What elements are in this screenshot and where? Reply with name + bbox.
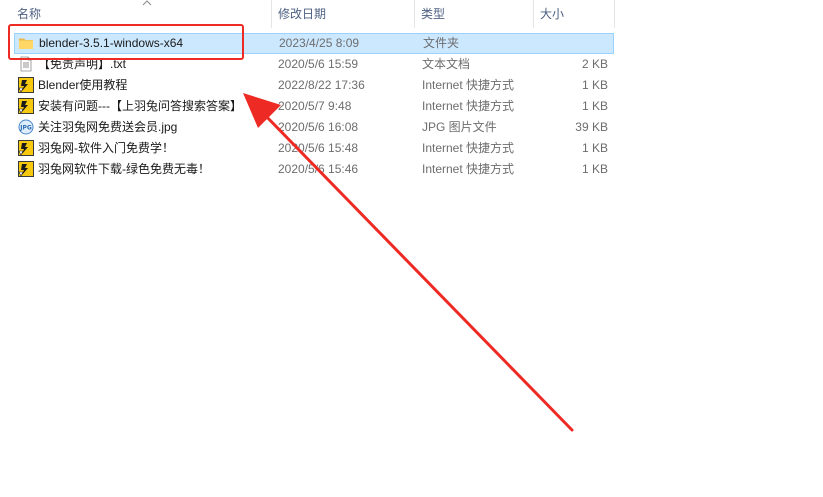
highlight-box-annotation <box>8 24 244 60</box>
file-name: 羽兔网-软件入门免费学！ <box>38 141 174 155</box>
column-date-header[interactable]: 修改日期 <box>272 0 414 28</box>
file-row-learn-free[interactable]: 羽兔网-软件入门免费学！ 2020/5/6 15:48 Internet 快捷方… <box>14 138 614 159</box>
file-date: 2020/5/6 15:59 <box>278 57 359 71</box>
file-name: 羽兔网软件下载-绿色免费无毒！ <box>38 162 210 176</box>
file-size: 2 KB <box>581 57 608 71</box>
internet-shortcut-icon <box>18 140 34 156</box>
file-row-blender-tutorial[interactable]: Blender使用教程 2022/8/22 17:36 Internet 快捷方… <box>14 75 614 96</box>
file-date: 2020/5/6 15:46 <box>278 162 359 176</box>
file-size: 39 KB <box>575 120 608 134</box>
file-date: 2020/5/7 9:48 <box>278 99 352 113</box>
file-type: Internet 快捷方式 <box>422 78 515 92</box>
file-date: 2020/5/6 15:48 <box>278 141 359 155</box>
jpg-image-icon: JPG <box>18 119 34 135</box>
file-type: Internet 快捷方式 <box>422 162 515 176</box>
internet-shortcut-icon <box>18 98 34 114</box>
column-size-header[interactable]: 大小 <box>534 0 614 28</box>
file-date: 2023/4/25 8:09 <box>279 36 360 50</box>
internet-shortcut-icon <box>18 161 34 177</box>
file-type: Internet 快捷方式 <box>422 99 515 113</box>
file-size: 1 KB <box>581 162 608 176</box>
internet-shortcut-icon <box>18 77 34 93</box>
file-size <box>541 33 609 54</box>
file-size: 1 KB <box>581 78 608 92</box>
file-type: 文件夹 <box>423 36 460 50</box>
file-name: Blender使用教程 <box>38 78 128 92</box>
column-separator[interactable] <box>614 0 615 28</box>
file-size: 1 KB <box>581 99 608 113</box>
svg-text:JPG: JPG <box>19 125 32 132</box>
file-date: 2020/5/6 16:08 <box>278 120 359 134</box>
file-name: 关注羽兔网免费送会员.jpg <box>38 120 178 134</box>
file-type: 文本文档 <box>422 57 471 71</box>
file-size: 1 KB <box>581 141 608 155</box>
file-date: 2022/8/22 17:36 <box>278 78 365 92</box>
file-type: JPG 图片文件 <box>422 120 497 134</box>
file-row-software-download[interactable]: 羽兔网软件下载-绿色免费无毒！ 2020/5/6 15:46 Internet … <box>14 159 614 180</box>
file-type: Internet 快捷方式 <box>422 141 515 155</box>
file-row-follow-jpg[interactable]: JPG 关注羽兔网免费送会员.jpg 2020/5/6 16:08 JPG 图片… <box>14 117 614 138</box>
file-row-install-help[interactable]: 安装有问题---【上羽兔问答搜索答案】 2020/5/7 9:48 Intern… <box>14 96 614 117</box>
column-type-header[interactable]: 类型 <box>415 0 533 28</box>
file-name: 安装有问题---【上羽兔问答搜索答案】 <box>38 99 242 113</box>
